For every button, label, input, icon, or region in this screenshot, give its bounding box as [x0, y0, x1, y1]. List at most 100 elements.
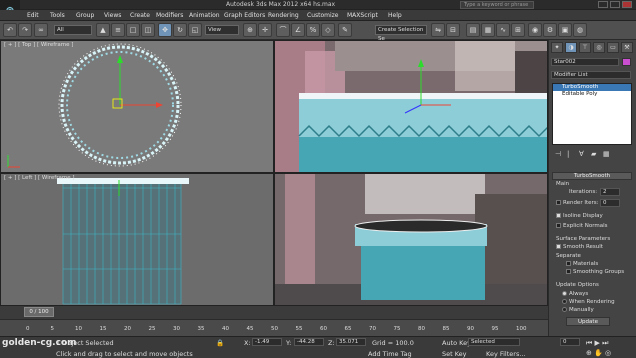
render-setup-icon[interactable]: ⚙	[543, 23, 557, 37]
minimize-button[interactable]	[598, 1, 608, 8]
smooth-result-checkbox[interactable]	[556, 244, 561, 249]
menu-edit[interactable]: Edit	[27, 12, 39, 19]
modify-tab-icon[interactable]: ◑	[565, 42, 577, 53]
search-input[interactable]: Type a keyword or phrase	[460, 1, 534, 9]
time-slider-thumb[interactable]: 0 / 100	[24, 307, 54, 317]
material-editor-icon[interactable]: ◉	[528, 23, 542, 37]
redo-icon[interactable]: ↷	[18, 23, 32, 37]
track-tick-label: 20	[124, 326, 131, 332]
menu-customize[interactable]: Customize	[307, 12, 339, 19]
viewport-nav-icon[interactable]: ⊕ ✋ ◎	[586, 349, 611, 357]
display-tab-icon[interactable]: ▭	[607, 42, 619, 53]
render-iters-checkbox[interactable]	[556, 200, 561, 205]
always-radio[interactable]	[562, 291, 567, 296]
select-and-rotate-icon[interactable]: ↻	[173, 23, 187, 37]
iterations-label: Iterations:	[569, 189, 598, 195]
render-iters-spinner[interactable]: 0	[600, 199, 620, 207]
auto-key-button[interactable]: Auto Key	[442, 339, 471, 347]
modifier-list-dropdown[interactable]: Modifier List	[551, 71, 631, 79]
menu-maxscript[interactable]: MAXScript	[347, 12, 378, 19]
layer-manager-icon[interactable]: ▤	[466, 23, 480, 37]
hierarchy-tab-icon[interactable]: ⊤	[579, 42, 591, 53]
when-rendering-radio[interactable]	[562, 299, 567, 304]
mirror-icon[interactable]: ⇋	[431, 23, 445, 37]
materials-checkbox[interactable]	[566, 261, 571, 266]
selection-filter-dropdown[interactable]: All	[54, 25, 92, 35]
menu-animation[interactable]: Animation	[189, 12, 220, 19]
stack-item-editable-poly[interactable]: Editable Poly	[553, 91, 631, 98]
object-color-swatch[interactable]	[622, 58, 631, 66]
viewport-top-label[interactable]: [ + ] [ Top ] [ Wireframe ]	[4, 42, 73, 48]
smoothing-groups-checkbox[interactable]	[566, 269, 571, 274]
y-coord-field[interactable]: -44.28	[294, 338, 324, 346]
spinner-snap-icon[interactable]: ◇	[321, 23, 335, 37]
make-unique-icon[interactable]: ∀	[579, 150, 584, 158]
snap-icon[interactable]: ⌒	[276, 23, 290, 37]
menu-group[interactable]: Group	[76, 12, 94, 19]
rect-selection-icon[interactable]: □	[126, 23, 140, 37]
z-coord-field[interactable]: 35.071	[336, 338, 366, 346]
lock-selection-icon[interactable]: 🔒	[216, 339, 224, 347]
menu-tools[interactable]: Tools	[50, 12, 65, 19]
manually-radio[interactable]	[562, 307, 567, 312]
menu-modifiers[interactable]: Modifiers	[156, 12, 183, 19]
create-tab-icon[interactable]: ✦	[551, 42, 563, 53]
menu-help[interactable]: Help	[388, 12, 402, 19]
isoline-row: Isoline Display	[556, 213, 603, 219]
percent-snap-icon[interactable]: %	[306, 23, 320, 37]
stack-item-turbosmooth[interactable]: TurboSmooth	[553, 84, 631, 91]
explicit-normals-checkbox[interactable]	[556, 223, 561, 228]
select-and-scale-icon[interactable]: ◱	[188, 23, 202, 37]
rendered-frame-icon[interactable]: ▣	[558, 23, 572, 37]
select-object-icon[interactable]: ▲	[96, 23, 110, 37]
pivot-icon[interactable]: ⊕	[243, 23, 257, 37]
manipulate-icon[interactable]: ✛	[258, 23, 272, 37]
key-filters-button[interactable]: Key Filters...	[486, 350, 526, 358]
configure-sets-icon[interactable]: ▦	[603, 150, 610, 158]
object-name-field[interactable]: Star002	[551, 58, 619, 66]
viewport-left-label[interactable]: [ + ] [ Left ] [ Wireframe ]	[4, 175, 75, 181]
maximize-button[interactable]	[610, 1, 620, 8]
current-frame-field[interactable]: 0	[560, 338, 580, 346]
x-coord-field[interactable]: -1.49	[252, 338, 282, 346]
time-slider[interactable]: 0 / 100	[0, 306, 548, 319]
ref-coord-dropdown[interactable]: View	[205, 25, 239, 35]
turbosmooth-rollout-header[interactable]: TurboSmooth	[552, 172, 632, 180]
render-production-icon[interactable]: ◍	[573, 23, 587, 37]
menu-create[interactable]: Create	[130, 12, 150, 19]
select-and-move-icon[interactable]: ✥	[158, 23, 172, 37]
menu-rendering[interactable]: Rendering	[268, 12, 299, 19]
main-toolbar: ↶ ↷ ∞ All ▲ ≡ □ ◫ ✥ ↻ ◱ View ⊕ ✛ ⌒ ∠ % ◇…	[0, 21, 636, 42]
motion-tab-icon[interactable]: ◎	[593, 42, 605, 53]
window-crossing-icon[interactable]: ◫	[141, 23, 155, 37]
update-button[interactable]: Update	[566, 317, 610, 326]
viewport-perspective-2[interactable]	[274, 173, 548, 306]
remove-modifier-icon[interactable]: ▰	[591, 150, 596, 158]
isoline-checkbox[interactable]	[556, 213, 561, 218]
add-time-tag[interactable]: Add Time Tag	[368, 350, 412, 358]
link-icon[interactable]: ∞	[34, 23, 48, 37]
close-button[interactable]	[622, 1, 632, 8]
curve-editor-icon[interactable]: ∿	[496, 23, 510, 37]
menu-views[interactable]: Views	[104, 12, 121, 19]
playback-controls-icon[interactable]: ⏮ ▶ ⏭	[586, 339, 608, 348]
viewport-left[interactable]: [ + ] [ Left ] [ Wireframe ]	[0, 173, 274, 306]
track-bar[interactable]: 0 5 10 15 20 25 30 35 40 45 50 55 60 65 70 75 80 85 90 95 10…	[0, 319, 548, 336]
viewport-perspective-1[interactable]	[274, 40, 548, 173]
iterations-spinner[interactable]: 2	[600, 188, 620, 196]
align-icon[interactable]: ⊟	[446, 23, 460, 37]
select-by-name-icon[interactable]: ≡	[111, 23, 125, 37]
edit-named-sets-icon[interactable]: ✎	[338, 23, 352, 37]
pin-stack-icon[interactable]: ⊣	[555, 150, 561, 158]
schematic-view-icon[interactable]: ⊞	[511, 23, 525, 37]
viewport-top[interactable]: [ + ] [ Top ] [ Wireframe ]	[0, 40, 274, 173]
set-key-button[interactable]: Set Key	[442, 350, 467, 358]
named-selection-dropdown[interactable]: Create Selection Se	[375, 25, 427, 42]
menu-graph-editors[interactable]: Graph Editors	[224, 12, 265, 19]
undo-icon[interactable]: ↶	[3, 23, 17, 37]
utilities-tab-icon[interactable]: ⚒	[621, 42, 633, 53]
graphite-toggle-icon[interactable]: ▦	[481, 23, 495, 37]
key-mode-dropdown[interactable]: Selected	[468, 338, 520, 346]
angle-snap-icon[interactable]: ∠	[291, 23, 305, 37]
show-end-result-icon[interactable]: |	[567, 150, 569, 158]
